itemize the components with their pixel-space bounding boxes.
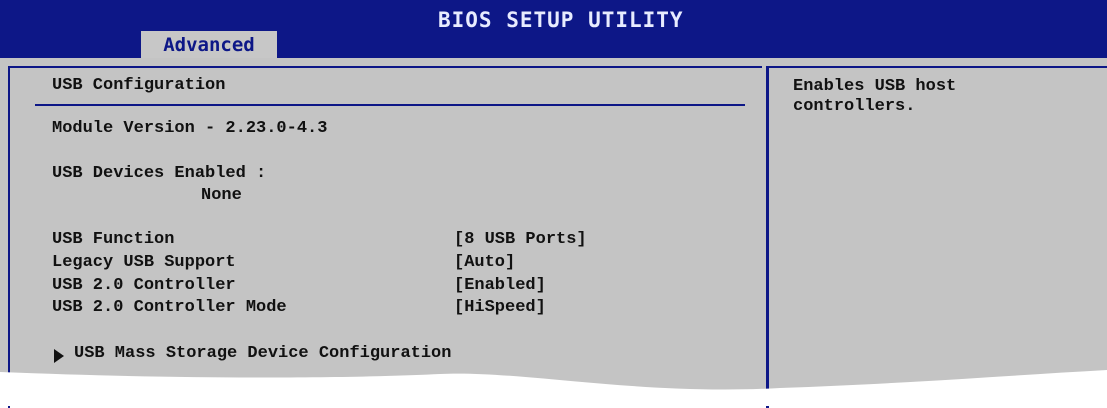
usb-devices-value: None [201,186,242,205]
utility-title: BIOS SETUP UTILITY [438,8,684,32]
setting-value-usb-function[interactable]: [8 USB Ports] [454,230,587,250]
usb-devices-label: USB Devices Enabled : [52,164,267,183]
section-divider [35,104,745,106]
tab-advanced[interactable]: Advanced [141,31,277,58]
help-text-line-1: Enables USB host [793,77,957,96]
setting-label-usb-2-controller[interactable]: USB 2.0 Controller [52,276,236,296]
setting-value-legacy-usb-support[interactable]: [Auto] [454,253,515,273]
setting-value-usb-2-controller-mode[interactable]: [HiSpeed] [454,298,546,318]
submenu-arrow-icon [54,349,64,363]
help-panel [766,66,1107,408]
setting-label-usb-function[interactable]: USB Function [52,230,174,250]
section-title: USB Configuration [52,76,226,95]
module-version: Module Version - 2.23.0-4.3 [52,119,328,138]
help-text-line-2: controllers. [793,97,916,116]
setting-label-legacy-usb-support[interactable]: Legacy USB Support [52,253,236,273]
setting-label-usb-2-controller-mode[interactable]: USB 2.0 Controller Mode [52,298,287,318]
submenu-usb-mass-storage[interactable]: USB Mass Storage Device Configuration [74,344,451,364]
setting-value-usb-2-controller[interactable]: [Enabled] [454,276,546,296]
